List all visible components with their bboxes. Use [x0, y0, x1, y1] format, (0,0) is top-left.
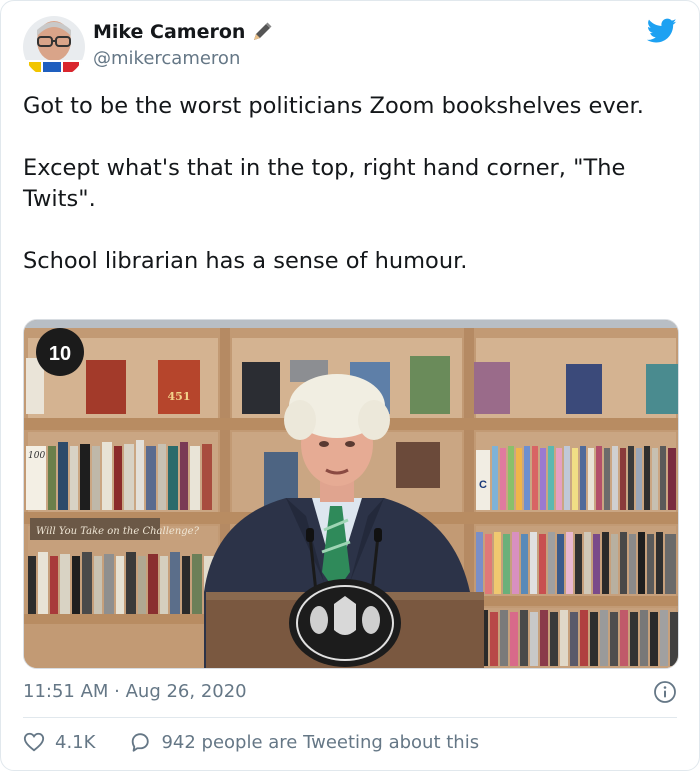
tweet-paragraph: Got to be the worst politicians Zoom boo…	[23, 93, 644, 119]
tweet-actions: 4.1K 942 people are Tweeting about this	[23, 731, 479, 753]
channel-badge: 10	[49, 343, 71, 365]
twitter-bird-icon[interactable]	[646, 18, 677, 44]
name-row: Mike Cameron	[93, 21, 273, 43]
tweet-header: Mike Cameron @mikercameron	[23, 16, 681, 78]
reply-button[interactable]: 942 people are Tweeting about this	[129, 731, 479, 753]
reply-icon	[129, 731, 151, 753]
shelf-letter: C	[479, 479, 487, 491]
tweet-text: Got to be the worst politicians Zoom boo…	[23, 91, 683, 277]
tweet-photo[interactable]: 451 10 100 C Will You Take on the Challe…	[23, 319, 679, 669]
shelf-sign: Will You Take on the Challenge?	[36, 526, 200, 537]
divider	[23, 717, 677, 718]
tweet-card: Mike Cameron @mikercameron Got to be the…	[0, 0, 700, 771]
spine-100: 100	[28, 451, 45, 461]
tweet-timestamp[interactable]: 11:51 AM · Aug 26, 2020	[23, 681, 247, 702]
fahrenheit-number: 451	[168, 390, 191, 403]
display-name[interactable]: Mike Cameron	[93, 21, 245, 43]
handle[interactable]: @mikercameron	[93, 48, 240, 69]
tweeting-about-text: 942 people are Tweeting about this	[161, 731, 480, 753]
like-count: 4.1K	[55, 731, 96, 753]
like-button[interactable]: 4.1K	[23, 731, 95, 753]
info-icon[interactable]	[653, 680, 677, 704]
tweet-paragraph: School librarian has a sense of humour.	[23, 248, 468, 274]
heart-icon	[23, 731, 45, 753]
avatar[interactable]	[23, 16, 85, 78]
pen-icon	[251, 21, 273, 43]
tweet-paragraph: Except what's that in the top, right han…	[23, 155, 626, 212]
